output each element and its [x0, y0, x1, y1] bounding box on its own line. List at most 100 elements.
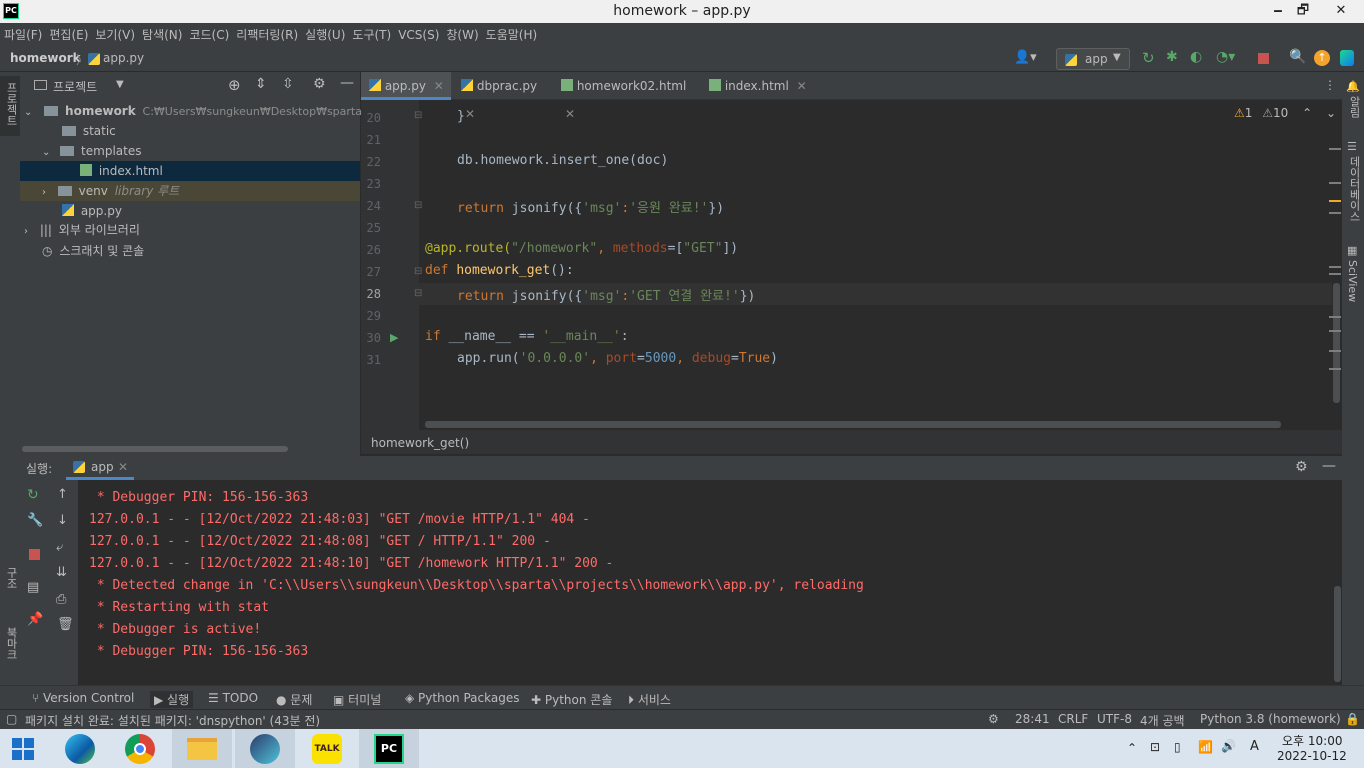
scroll-to-end-icon[interactable]: ⇊ — [56, 565, 67, 580]
nav-project[interactable]: homework — [10, 51, 81, 65]
layout-icon[interactable]: ▤ — [27, 580, 39, 595]
indent-setting[interactable]: 4개 공백 — [1140, 712, 1185, 729]
status-message[interactable]: 패키지 설치 완료: 설치된 패키지: 'dnspython' (43분 전) — [25, 712, 320, 729]
close-icon[interactable]: ✕ — [565, 107, 575, 121]
run-tab-app[interactable]: app ✕ — [66, 456, 134, 480]
update-icon[interactable]: ↑ — [1314, 50, 1330, 66]
chevron-up-icon[interactable]: ⌃ — [1302, 106, 1312, 120]
tool-tab-version-control[interactable]: ⑂ Version Control — [32, 691, 134, 705]
bookmarks-tool-label[interactable]: 북마크 — [3, 627, 19, 660]
close-icon[interactable]: ✕ — [118, 460, 128, 474]
tool-tab-services[interactable]: ⏵ 서비스 — [628, 691, 671, 708]
jetbrains-icon[interactable] — [1340, 50, 1354, 66]
menu-window[interactable]: 창(W) — [446, 26, 478, 43]
arrow-up-icon[interactable]: ↑ — [57, 487, 68, 502]
menu-tools[interactable]: 도구(T) — [352, 26, 391, 43]
battery-icon[interactable]: ▯ — [1174, 740, 1181, 754]
expand-all-icon[interactable]: ⇕ — [255, 76, 267, 92]
chevron-down-icon[interactable]: ⌄ — [1326, 106, 1336, 120]
collapse-all-icon[interactable]: ⇳ — [282, 76, 294, 92]
menu-help[interactable]: 도움말(H) — [486, 26, 538, 43]
lock-icon[interactable]: 🔒 — [1345, 712, 1360, 726]
tree-item-scratches[interactable]: ◷ 스크래치 및 콘솔 — [42, 241, 144, 261]
editor-breadcrumb[interactable]: homework_get() — [361, 430, 1342, 454]
close-icon[interactable]: ✕ — [465, 107, 475, 121]
menu-run[interactable]: 실행(U) — [305, 26, 345, 43]
locate-icon[interactable]: ⊕ — [228, 76, 241, 94]
profile-icon[interactable]: ◔▾ — [1216, 49, 1235, 65]
console-scrollbar[interactable] — [1334, 586, 1341, 682]
wrench-icon[interactable]: 🔧 — [27, 513, 43, 528]
tab-app-py[interactable]: app.py ✕ — [361, 72, 451, 100]
tab-dbprac-py[interactable]: dbprac.py ✕ — [453, 72, 553, 121]
menu-refactor[interactable]: 리팩터링(R) — [236, 26, 298, 43]
tray-chevron-up-icon[interactable]: ⌃ — [1127, 741, 1137, 755]
close-icon[interactable]: ✕ — [797, 79, 807, 93]
menu-navigate[interactable]: 탐색(N) — [142, 26, 182, 43]
tool-tab-todo[interactable]: ☰ TODO — [208, 691, 258, 705]
file-explorer-taskbar-button[interactable] — [172, 729, 232, 768]
app-taskbar-button[interactable] — [235, 729, 295, 768]
rerun-icon[interactable]: ↻ — [27, 487, 39, 503]
editor-horizontal-scrollbar[interactable] — [425, 421, 1281, 428]
run-config-selector[interactable]: app ▼ — [1056, 48, 1130, 70]
tab-homework02-html[interactable]: homework02.html ✕ — [553, 72, 701, 121]
hide-icon[interactable]: — — [340, 75, 354, 91]
soft-wrap-icon[interactable]: ⤶ — [56, 540, 63, 555]
add-user-icon[interactable]: 👤▾ — [1014, 50, 1037, 65]
line-separator[interactable]: CRLF — [1058, 712, 1088, 726]
chevron-down-icon[interactable]: ▼ — [116, 79, 124, 90]
python-interpreter[interactable]: Python 3.8 (homework) — [1200, 712, 1341, 726]
start-button[interactable] — [0, 729, 46, 768]
search-icon[interactable]: 🔍 — [1289, 49, 1306, 65]
fold-icon[interactable]: ⊟ — [414, 200, 422, 211]
clock-time[interactable]: 오후 10:00 — [1282, 732, 1342, 749]
pin-icon[interactable]: 📌 — [27, 612, 43, 627]
structure-tool-label[interactable]: 구조 — [3, 567, 19, 589]
trash-icon[interactable]: 🗑 — [57, 617, 74, 632]
print-icon[interactable]: ⎙ — [56, 592, 66, 607]
menu-code[interactable]: 코드(C) — [189, 26, 229, 43]
arrow-down-icon[interactable]: ↓ — [57, 513, 68, 528]
project-panel-title[interactable]: 프로젝트 — [53, 78, 97, 95]
rerun-icon[interactable]: ↻ — [1142, 49, 1155, 67]
tool-tab-run[interactable]: ▶ 실행 — [150, 691, 194, 708]
wifi-icon[interactable]: 📶 — [1198, 740, 1213, 754]
menu-edit[interactable]: 편집(E) — [49, 26, 88, 43]
menu-view[interactable]: 보기(V) — [95, 26, 135, 43]
sciview-tool-label[interactable]: SciView — [1346, 260, 1359, 302]
menu-file[interactable]: 파일(F) — [4, 26, 42, 43]
more-tabs-icon[interactable]: ⋮ — [1324, 78, 1336, 92]
inspection-widget[interactable]: ⚠1 ⚠10 ⌃ ⌄ — [1234, 106, 1336, 120]
tab-index-html[interactable]: index.html ✕ — [701, 72, 811, 100]
kakaotalk-taskbar-button[interactable]: TALK — [297, 729, 357, 768]
project-horizontal-scrollbar[interactable] — [22, 446, 288, 452]
hide-icon[interactable]: — — [1322, 458, 1336, 474]
chrome-taskbar-button[interactable] — [110, 729, 170, 768]
run-gutter-icon[interactable]: ▶ — [390, 331, 398, 344]
network-icon[interactable]: ⊡ — [1150, 740, 1160, 754]
tree-item-static[interactable]: static — [62, 121, 116, 141]
pycharm-taskbar-button[interactable]: PC — [359, 729, 419, 768]
caret-position[interactable]: 28:41 — [1015, 712, 1050, 726]
database-tool-label[interactable]: 데이터베이스 — [1346, 156, 1362, 222]
close-button[interactable]: ✕ — [1318, 0, 1364, 23]
tree-item-external-libraries[interactable]: › ||| 외부 라이브러리 — [24, 220, 140, 240]
clock-date[interactable]: 2022-10-12 — [1277, 749, 1347, 763]
stop-icon[interactable] — [29, 549, 40, 560]
menu-vcs[interactable]: VCS(S) — [398, 28, 439, 42]
fold-icon[interactable]: ⊟ — [414, 110, 422, 121]
tool-tab-python-packages[interactable]: ◈ Python Packages — [405, 691, 519, 705]
status-square-icon[interactable]: ▢ — [6, 712, 17, 726]
run-console[interactable]: * Debugger PIN: 156-156-363 127.0.0.1 - … — [78, 480, 1342, 685]
fold-icon[interactable]: ⊟ — [414, 266, 422, 277]
debug-icon[interactable]: ✱ — [1166, 49, 1178, 65]
tree-item-venv[interactable]: › venv library 루트 — [42, 181, 179, 201]
tree-item-index-html[interactable]: index.html — [80, 161, 163, 181]
fold-icon[interactable]: ⊟ — [414, 288, 422, 299]
ime-indicator[interactable]: A — [1250, 739, 1259, 754]
tree-root[interactable]: ⌄ homework C:₩Users₩sungkeun₩Desktop₩spa… — [24, 101, 394, 121]
tool-tab-problems[interactable]: ● 문제 — [276, 691, 312, 708]
edge-taskbar-button[interactable] — [50, 729, 110, 768]
tool-tab-terminal[interactable]: ▣ 터미널 — [333, 691, 381, 708]
